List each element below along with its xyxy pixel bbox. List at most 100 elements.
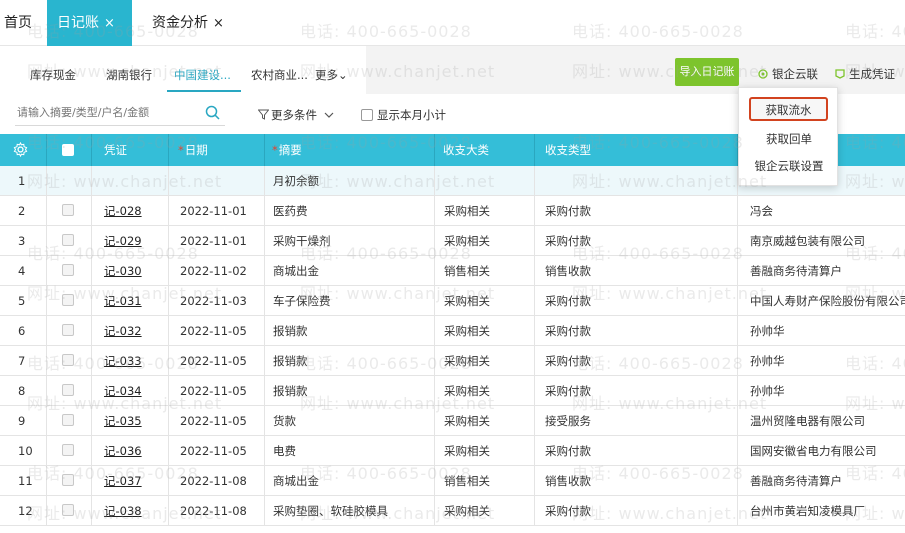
column-divider xyxy=(534,226,535,256)
fetch-receipt-item[interactable]: 获取回单 xyxy=(739,131,839,147)
column-divider xyxy=(46,466,47,496)
row-number: 6 xyxy=(18,324,26,338)
bank-cloud-settings-item[interactable]: 银企云联设置 xyxy=(739,158,839,174)
generate-voucher-button[interactable]: 生成凭证 xyxy=(835,66,895,82)
category-cell: 采购相关 xyxy=(444,414,490,428)
column-header-summary[interactable]: *摘要 xyxy=(272,134,302,166)
monthly-subtotal-checkbox[interactable] xyxy=(361,109,373,121)
column-header-type[interactable]: 收支类型 xyxy=(545,134,591,166)
bank-tab-cash[interactable]: 库存现金 xyxy=(30,67,76,83)
row-checkbox[interactable] xyxy=(62,294,74,306)
table-row[interactable]: 9 记-035 2022-11-05 货款 采购相关 接受服务 温州贸隆电器有限公司 xyxy=(0,406,905,436)
column-divider xyxy=(46,316,47,346)
column-divider xyxy=(46,226,47,256)
party-cell: 冯会 xyxy=(750,204,773,218)
column-divider xyxy=(434,256,435,286)
column-divider xyxy=(434,166,435,196)
select-all-checkbox[interactable] xyxy=(62,144,74,156)
gear-icon[interactable] xyxy=(13,142,28,157)
table-row[interactable]: 4 记-030 2022-11-02 商城出金 销售相关 销售收款 善融商务待清算户 xyxy=(0,256,905,286)
party-cell: 南京威越包装有限公司 xyxy=(750,234,865,248)
cloud-link-icon xyxy=(758,69,768,79)
column-header-date[interactable]: *日期 xyxy=(178,134,208,166)
tab-fund-analysis-label: 资金分析 xyxy=(152,15,208,31)
bank-cloud-button[interactable]: 银企云联 xyxy=(758,66,818,82)
row-checkbox[interactable] xyxy=(62,504,74,516)
table-row[interactable]: 12 记-038 2022-11-08 采购垫圈、软硅胶模具 采购相关 采购付款 台州市黄岩… xyxy=(0,496,905,526)
bank-tab-rural[interactable]: 农村商业... xyxy=(251,67,308,83)
voucher-link[interactable]: 记-037 xyxy=(104,466,142,496)
row-checkbox[interactable] xyxy=(62,474,74,486)
table-row[interactable]: 7 记-033 2022-11-05 报销款 采购相关 采购付款 孙帅华 xyxy=(0,346,905,376)
tab-fund-analysis[interactable]: 资金分析 × xyxy=(152,0,224,46)
summary-cell: 采购垫圈、软硅胶模具 xyxy=(273,504,388,518)
monthly-subtotal-toggle[interactable]: 显示本月小计 xyxy=(361,107,446,123)
column-divider xyxy=(91,226,92,256)
table-row[interactable]: 11 记-037 2022-11-08 商城出金 销售相关 销售收款 善融商务待清算户 xyxy=(0,466,905,496)
row-checkbox[interactable] xyxy=(62,264,74,276)
more-conditions-button[interactable]: 更多条件 xyxy=(257,107,334,123)
bank-tab-hunan[interactable]: 湖南银行 xyxy=(106,67,152,83)
import-journal-button[interactable]: 导入日记账 xyxy=(675,58,739,86)
row-checkbox[interactable] xyxy=(62,324,74,336)
row-checkbox[interactable] xyxy=(62,204,74,216)
category-cell: 采购相关 xyxy=(444,234,490,248)
summary-cell: 商城出金 xyxy=(273,474,319,488)
column-divider xyxy=(264,466,265,496)
table-row[interactable]: 2 记-028 2022-11-01 医药费 采购相关 采购付款 冯会 xyxy=(0,196,905,226)
bank-tab-more-label: 更多 xyxy=(315,68,338,82)
tab-home[interactable]: 首页 xyxy=(4,0,32,46)
voucher-link[interactable]: 记-031 xyxy=(104,286,142,316)
row-number: 5 xyxy=(18,294,26,308)
close-icon[interactable]: × xyxy=(104,16,115,31)
bank-tab-ccb[interactable]: 中国建设... xyxy=(174,67,231,83)
voucher-link[interactable]: 记-036 xyxy=(104,436,142,466)
chevron-down-icon xyxy=(324,112,334,118)
voucher-link[interactable]: 记-033 xyxy=(104,346,142,376)
row-number: 8 xyxy=(18,384,26,398)
row-number: 12 xyxy=(18,504,33,518)
table-row[interactable]: 8 记-034 2022-11-05 报销款 采购相关 采购付款 孙帅华 xyxy=(0,376,905,406)
column-divider xyxy=(91,436,92,466)
column-header-category[interactable]: 收支大类 xyxy=(443,134,489,166)
column-header-voucher[interactable]: 凭证 xyxy=(104,134,127,166)
table-row[interactable]: 3 记-029 2022-11-01 采购干燥剂 采购相关 采购付款 南京威越包装有限公司 xyxy=(0,226,905,256)
bank-tab-more[interactable]: 更多⌄ xyxy=(315,67,348,83)
column-divider xyxy=(737,196,738,226)
row-checkbox[interactable] xyxy=(62,444,74,456)
column-divider xyxy=(264,286,265,316)
tab-journal[interactable]: 日记账 × xyxy=(47,0,132,46)
voucher-link[interactable]: 记-028 xyxy=(104,196,142,226)
voucher-link[interactable]: 记-029 xyxy=(104,226,142,256)
date-cell: 2022-11-02 xyxy=(180,264,247,278)
category-cell: 采购相关 xyxy=(444,354,490,368)
column-divider xyxy=(534,286,535,316)
row-checkbox[interactable] xyxy=(62,414,74,426)
voucher-link[interactable]: 记-034 xyxy=(104,376,142,406)
summary-cell: 报销款 xyxy=(273,324,308,338)
required-mark: * xyxy=(272,143,278,157)
row-number: 3 xyxy=(18,234,26,248)
column-divider xyxy=(264,436,265,466)
voucher-link[interactable]: 记-038 xyxy=(104,496,142,526)
search-icon[interactable] xyxy=(205,105,220,120)
type-cell: 采购付款 xyxy=(545,354,591,368)
row-checkbox[interactable] xyxy=(62,354,74,366)
voucher-link[interactable]: 记-032 xyxy=(104,316,142,346)
voucher-link[interactable]: 记-030 xyxy=(104,256,142,286)
column-divider xyxy=(434,466,435,496)
voucher-link[interactable]: 记-035 xyxy=(104,406,142,436)
table-row[interactable]: 6 记-032 2022-11-05 报销款 采购相关 采购付款 孙帅华 xyxy=(0,316,905,346)
table-row[interactable]: 5 记-031 2022-11-03 车子保险费 采购相关 采购付款 中国人寿财产保险股份有… xyxy=(0,286,905,316)
search-input[interactable] xyxy=(17,106,187,119)
column-divider xyxy=(46,166,47,196)
fetch-statement-item[interactable]: 获取流水 xyxy=(749,97,828,121)
column-divider xyxy=(534,346,535,376)
summary-cell: 报销款 xyxy=(273,354,308,368)
table-row[interactable]: 10 记-036 2022-11-05 电费 采购相关 采购付款 国网安徽省电力有限公司 xyxy=(0,436,905,466)
close-icon[interactable]: × xyxy=(213,16,224,31)
category-cell: 采购相关 xyxy=(444,384,490,398)
column-divider xyxy=(264,134,265,166)
row-checkbox[interactable] xyxy=(62,384,74,396)
row-checkbox[interactable] xyxy=(62,234,74,246)
